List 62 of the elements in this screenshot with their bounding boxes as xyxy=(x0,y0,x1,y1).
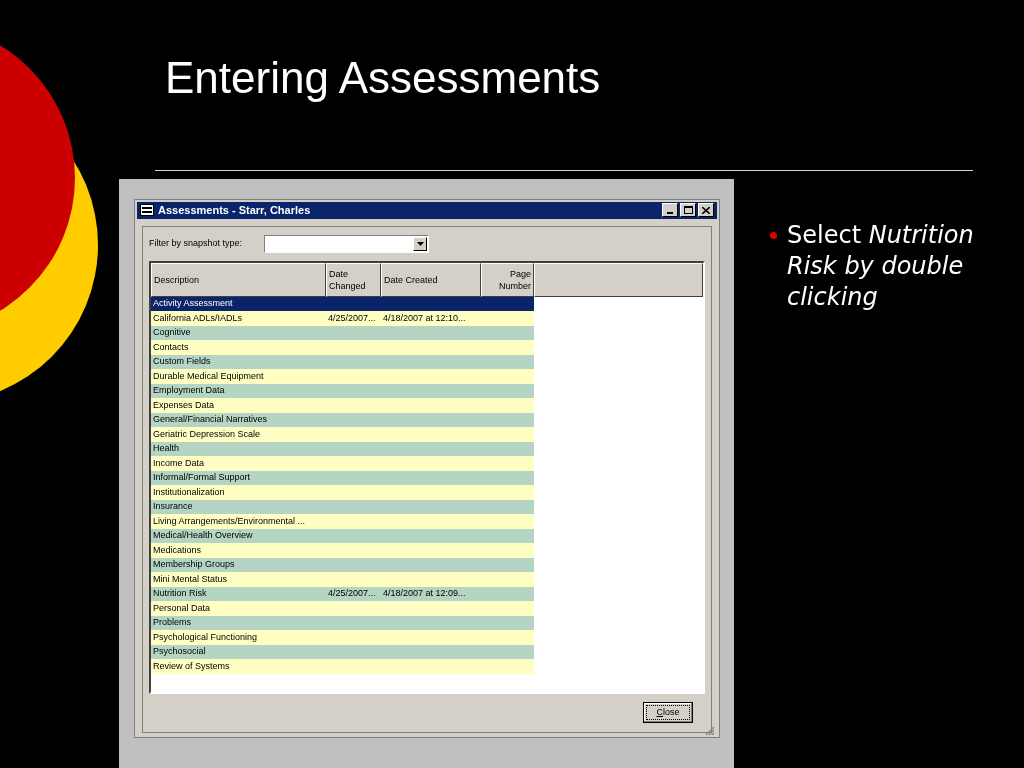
table-cell-text: Mini Mental Status xyxy=(152,572,229,586)
table-row[interactable]: Contacts xyxy=(151,340,534,355)
table-cell-text: 4/25/2007... xyxy=(327,587,377,600)
window-icon xyxy=(140,204,154,217)
table-cell-text: Income Data xyxy=(152,456,206,470)
table-cell-text: Custom Fields xyxy=(152,355,212,368)
slide-title: Entering Assessments xyxy=(165,52,601,104)
table-cell-text: General/Financial Narratives xyxy=(152,413,269,426)
table-cell-text: Informal/Formal Support xyxy=(152,471,252,484)
table-cell-text: Psychological Functioning xyxy=(152,630,259,644)
table-cell-text: 4/18/2007 at 12:10... xyxy=(382,311,467,325)
table-cell-text: Geriatric Depression Scale xyxy=(152,427,262,441)
column-header[interactable]: Description xyxy=(151,262,326,297)
table-cell-text: Expenses Data xyxy=(152,398,216,412)
table-cell-text: 4/25/2007... xyxy=(327,311,377,325)
table-cell-text: Medical/Health Overview xyxy=(152,529,254,542)
close-icon xyxy=(702,206,710,214)
table-cell-text: California ADLs/IADLs xyxy=(152,311,244,325)
table-row[interactable]: Mini Mental Status xyxy=(151,572,534,587)
table-cell-text: Activity Assessment xyxy=(152,297,234,310)
table-row[interactable]: Geriatric Depression Scale xyxy=(151,427,534,442)
minimize-icon xyxy=(667,212,673,215)
bullet-icon xyxy=(770,232,777,239)
table-row[interactable]: Institutionalization xyxy=(151,485,534,500)
table-row[interactable]: Psychological Functioning xyxy=(151,630,534,645)
table-row[interactable]: Expenses Data xyxy=(151,398,534,413)
table-row[interactable]: Personal Data xyxy=(151,601,534,616)
table-cell-text: 4/18/2007 at 12:09... xyxy=(382,587,467,600)
close-button[interactable] xyxy=(698,203,714,218)
table-cell-text: Review of Systems xyxy=(152,659,231,673)
bullet-text: Select Nutrition Risk by double clicking xyxy=(787,220,975,313)
table-cell-text: Employment Data xyxy=(152,384,226,397)
table-cell-text: Membership Groups xyxy=(152,558,236,571)
table-cell-text: Health xyxy=(152,442,180,455)
column-header[interactable]: Date Created xyxy=(381,262,481,297)
dropdown-arrow-glyph-icon xyxy=(416,241,424,246)
table-cell-text: Contacts xyxy=(152,340,190,354)
table-row[interactable]: Medications xyxy=(151,543,534,558)
table-row[interactable]: Living Arrangements/Environmental ... xyxy=(151,514,534,529)
table-row[interactable]: Income Data xyxy=(151,456,534,471)
snapshot-type-dropdown[interactable] xyxy=(264,234,429,253)
close-dialog-button[interactable]: Close xyxy=(643,702,693,723)
maximize-button[interactable] xyxy=(680,203,696,218)
table-cell-text: Psychosocial xyxy=(152,645,207,658)
table-cell-text: Nutrition Risk xyxy=(152,587,208,600)
table-cell-text: Personal Data xyxy=(152,601,212,615)
table-cell-text: Insurance xyxy=(152,500,194,513)
table-cell-text: Institutionalization xyxy=(152,485,226,499)
filter-label: Filter by snapshot type: xyxy=(149,236,244,250)
table-cell-text: Medications xyxy=(152,543,203,557)
minimize-button[interactable] xyxy=(662,203,678,218)
table-row[interactable]: Durable Medical Equipment xyxy=(151,369,534,384)
table-cell-text: Problems xyxy=(152,616,192,629)
column-header[interactable]: Page Number xyxy=(481,262,534,297)
column-header[interactable]: Date Changed xyxy=(326,262,381,297)
table-row[interactable]: California ADLs/IADLs 4/25/2007... 4/18/2007 at 12:10... xyxy=(151,311,534,326)
window-title: Assessments - Starr, Charles xyxy=(158,203,311,218)
table-cell-text: Cognitive xyxy=(152,326,192,339)
table-cell-text: Living Arrangements/Environmental ... xyxy=(152,514,307,528)
table-cell-text: Durable Medical Equipment xyxy=(152,369,265,383)
table-row[interactable]: Review of Systems xyxy=(151,659,534,674)
maximize-icon xyxy=(683,206,693,215)
